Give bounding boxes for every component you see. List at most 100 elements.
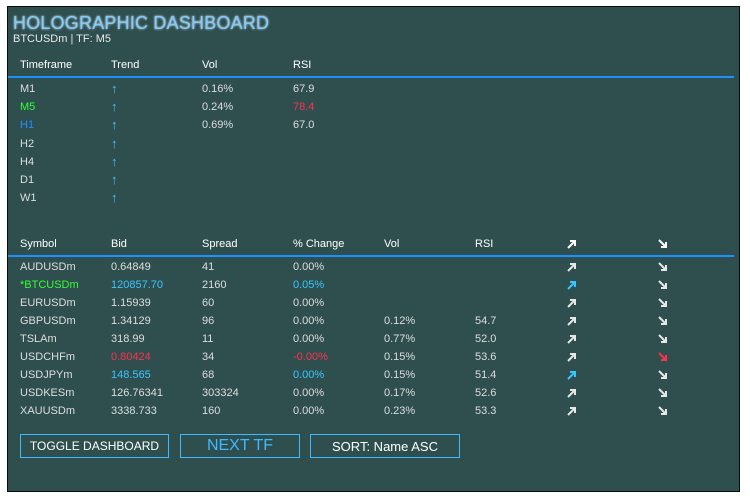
up-right-arrow-icon <box>567 317 576 326</box>
tf-row-vol: 0.24% <box>202 101 234 113</box>
up-right-arrow-icon <box>567 407 576 416</box>
up-right-arrow-icon <box>567 299 576 308</box>
symbol-name: TSLAm <box>20 333 57 345</box>
up-right-arrow-icon <box>567 389 576 398</box>
tf-row-vol: 0.16% <box>202 83 234 95</box>
symbol-name: USDKESm <box>20 387 75 399</box>
down-right-arrow-icon <box>658 316 667 325</box>
symbol-bid: 3338.733 <box>111 405 157 417</box>
symbol-rsi: 52.6 <box>475 387 497 399</box>
symbol-change: 0.00% <box>293 387 325 399</box>
symbol-bid: 126.76341 <box>111 387 163 399</box>
symbol-name: USDCHFm <box>20 351 75 363</box>
symbol-change: 0.00% <box>293 315 325 327</box>
symbol-bid: 1.15939 <box>111 297 151 309</box>
symbol-vol: 0.23% <box>384 405 416 417</box>
sym-col-rsi: RSI <box>475 238 494 250</box>
symbol-spread: 34 <box>202 351 215 363</box>
up-arrow-icon: ↑ <box>111 154 118 169</box>
symbol-name: XAUUSDm <box>20 405 76 417</box>
tf-col-vol: Vol <box>202 59 218 71</box>
symbol-vol: 0.15% <box>384 369 416 381</box>
up-right-arrow-icon <box>567 335 576 344</box>
tf-row-label: H2 <box>20 138 35 150</box>
up-arrow-icon: ↑ <box>111 136 118 151</box>
tf-row-rsi: 78.4 <box>293 101 315 113</box>
down-right-arrow-icon <box>658 298 667 307</box>
sym-col-change: % Change <box>293 238 345 250</box>
symbol-spread: 96 <box>202 315 215 327</box>
sym-col-bid: Bid <box>111 238 127 250</box>
symbol-spread: 41 <box>202 261 215 273</box>
up-right-arrow-icon <box>567 263 576 272</box>
symbol-change: 0.00% <box>293 333 325 345</box>
tf-header-divider <box>8 76 734 78</box>
symbol-spread: 60 <box>202 297 215 309</box>
down-right-arrow-icon <box>658 370 667 379</box>
tf-row-label: D1 <box>20 174 35 186</box>
up-arrow-icon: ↑ <box>111 190 118 205</box>
tf-row-label: H1 <box>20 119 35 131</box>
down-right-arrow-icon <box>658 239 667 248</box>
symbol-change: 0.05% <box>293 279 325 291</box>
sort-button[interactable]: SORT: Name ASC <box>310 434 460 458</box>
symbol-name: USDJPYm <box>20 369 73 381</box>
toggle-dashboard-button[interactable]: TOGGLE DASHBOARD <box>20 434 169 458</box>
symbol-bid: 120857.70 <box>111 279 163 291</box>
symbol-spread: 11 <box>202 333 214 345</box>
symbol-vol: 0.15% <box>384 351 416 363</box>
symbol-bid: 1.34129 <box>111 315 151 327</box>
symbol-bid: 318.99 <box>111 333 145 345</box>
symbol-vol: 0.12% <box>384 315 416 327</box>
tf-col-trend: Trend <box>111 59 140 71</box>
dashboard-subtitle: BTCUSDm | TF: M5 <box>13 33 111 45</box>
symbol-header-divider <box>8 255 734 257</box>
tf-row-rsi: 67.9 <box>293 83 315 95</box>
up-right-arrow-icon <box>567 240 576 249</box>
symbol-rsi: 53.6 <box>475 351 497 363</box>
symbol-name: *BTCUSDm <box>20 279 79 291</box>
tf-row-label: H4 <box>20 156 35 168</box>
symbol-bid: 0.64849 <box>111 261 151 273</box>
tf-col-timeframe: Timeframe <box>20 59 73 71</box>
down-right-arrow-icon <box>658 388 667 397</box>
symbol-spread: 160 <box>202 405 221 417</box>
sym-col-vol: Vol <box>384 238 400 250</box>
up-arrow-icon: ↑ <box>111 117 118 132</box>
symbol-change: 0.00% <box>293 297 325 309</box>
symbol-change: -0.00% <box>293 351 328 363</box>
symbol-spread: 303324 <box>202 387 239 399</box>
down-right-arrow-icon <box>658 280 667 289</box>
up-arrow-icon: ↑ <box>111 172 118 187</box>
symbol-change: 0.00% <box>293 405 325 417</box>
symbol-change: 0.00% <box>293 261 325 273</box>
down-right-arrow-icon <box>658 334 667 343</box>
symbol-change: 0.00% <box>293 369 325 381</box>
symbol-name: EURUSDm <box>20 297 76 309</box>
up-right-arrow-icon <box>567 353 576 362</box>
symbol-vol: 0.17% <box>384 387 416 399</box>
symbol-name: AUDUSDm <box>20 261 76 273</box>
symbol-vol: 0.77% <box>384 333 416 345</box>
dashboard-title: HOLOGRAPHIC DASHBOARD <box>13 13 270 33</box>
down-right-arrow-icon <box>658 406 667 415</box>
tf-col-rsi: RSI <box>293 59 312 71</box>
up-arrow-icon: ↑ <box>111 99 118 114</box>
symbol-rsi: 51.4 <box>475 369 497 381</box>
symbol-name: GBPUSDm <box>20 315 76 327</box>
sym-col-spread: Spread <box>202 238 238 250</box>
symbol-bid: 148.565 <box>111 369 151 381</box>
symbol-bid: 0.80424 <box>111 351 151 363</box>
next-tf-button[interactable]: NEXT TF <box>180 434 300 458</box>
tf-row-label: M1 <box>20 83 36 95</box>
down-right-arrow-icon <box>658 262 667 271</box>
up-right-arrow-icon <box>567 371 576 380</box>
tf-row-label: M5 <box>20 101 36 113</box>
tf-row-vol: 0.69% <box>202 119 234 131</box>
symbol-rsi: 54.7 <box>475 315 497 327</box>
symbol-spread: 68 <box>202 369 215 381</box>
symbol-spread: 2160 <box>202 279 227 291</box>
sym-col-symbol: Symbol <box>20 238 57 250</box>
down-right-arrow-icon <box>658 352 667 361</box>
tf-row-rsi: 67.0 <box>293 119 315 131</box>
